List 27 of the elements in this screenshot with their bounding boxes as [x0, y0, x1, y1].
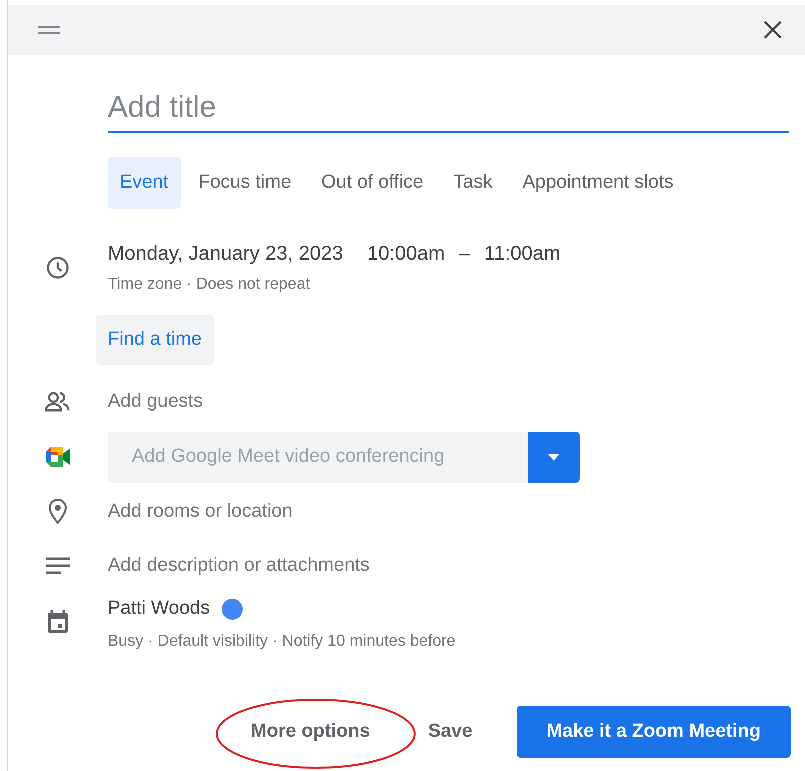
- calendar-icon: [46, 609, 70, 635]
- calendar-owner-name: Patti Woods: [108, 597, 210, 621]
- description-field[interactable]: Add description or attachments: [108, 552, 805, 580]
- date-text[interactable]: Monday, January 23, 2023: [108, 239, 344, 269]
- event-type-tab[interactable]: Appointment slots: [510, 157, 686, 209]
- zoom-meeting-button[interactable]: Make it a Zoom Meeting: [516, 706, 791, 758]
- map-pin-icon: [46, 498, 70, 526]
- location-field[interactable]: Add rooms or location: [108, 498, 805, 526]
- caret-icon: [548, 454, 560, 460]
- event-type-tab[interactable]: Task: [442, 157, 505, 209]
- clock-icon: [45, 255, 71, 281]
- event-type-tab[interactable]: Event: [108, 157, 181, 209]
- event-type-tab[interactable]: Out of office: [310, 157, 436, 209]
- guests-field[interactable]: Add guests: [108, 388, 805, 416]
- video-camera-icon: [44, 445, 72, 469]
- find-a-time-button[interactable]: Find a time: [96, 315, 214, 365]
- title-field[interactable]: Add title: [108, 85, 789, 133]
- event-type-tab[interactable]: Focus time: [186, 157, 304, 209]
- save-button[interactable]: Save: [414, 706, 487, 758]
- event-details-text[interactable]: Time zone · Does not repeat: [108, 273, 805, 297]
- text-lines-icon: [45, 556, 71, 576]
- dropdown-button[interactable]: [528, 432, 580, 482]
- drag-handle-icon[interactable]: [38, 25, 60, 35]
- calendar-details-text[interactable]: Busy · Default visibility · Notify 10 minutes before: [108, 630, 805, 654]
- start-time-text[interactable]: 10:00am: [367, 239, 446, 269]
- time-separator: –: [459, 242, 470, 267]
- end-time-text[interactable]: 11:00am: [484, 239, 561, 269]
